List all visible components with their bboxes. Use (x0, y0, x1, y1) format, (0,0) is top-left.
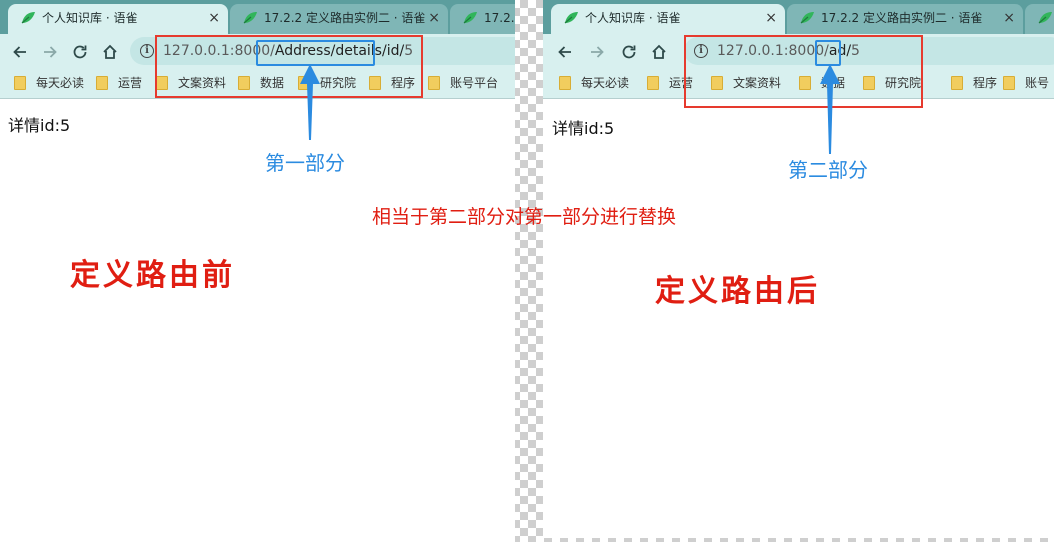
reload-button[interactable] (70, 42, 90, 62)
replacement-note: 相当于第二部分对第一部分进行替换 (372, 206, 677, 228)
home-button[interactable] (649, 42, 669, 62)
tab-title: 17.2.2 定义路由实例二 · 语雀 (264, 11, 426, 25)
bookmark-folder[interactable]: 每天必读 (14, 74, 84, 92)
bookmark-folder[interactable]: 程序 (951, 74, 997, 92)
yuque-leaf-icon (564, 12, 578, 24)
yuque-leaf-icon (1038, 12, 1052, 24)
bookmark-label: 运营 (118, 76, 143, 90)
tab-title: 17.2.2 定义路由实例二 · 语雀 (821, 11, 983, 25)
page-text: 详情id:5 (8, 116, 71, 135)
page-text: 详情id:5 (552, 119, 615, 138)
tab-partial[interactable] (1025, 4, 1054, 34)
reload-icon (622, 45, 636, 59)
forward-arrow-icon (591, 46, 604, 58)
tab-close-icon[interactable]: × (428, 4, 440, 32)
tab-strip: 个人知识库 · 语雀 × 17.2.2 定义路由实例二 · 语雀 × (543, 0, 1054, 34)
tab-route-example[interactable]: 17.2.2 定义路由实例二 · 语雀 × (230, 4, 448, 34)
reload-icon (73, 45, 87, 59)
tab-route-example[interactable]: 17.2.2 定义路由实例二 · 语雀 × (787, 4, 1023, 34)
bookmark-folder[interactable]: 运营 (96, 74, 142, 92)
tab-title: 个人知识库 · 语雀 (585, 11, 681, 25)
bookmark-label: 每天必读 (581, 76, 630, 90)
tab-knowledge-base[interactable]: 个人知识库 · 语雀 × (8, 4, 228, 34)
folder-icon (1003, 76, 1015, 90)
bookmark-label: 账号 (1025, 76, 1050, 90)
forward-button[interactable] (587, 42, 607, 62)
second-part-highlight (815, 40, 841, 66)
back-button[interactable] (555, 42, 575, 62)
folder-icon (647, 76, 659, 90)
yuque-leaf-icon (463, 12, 477, 24)
bookmark-label: 账号平台 (450, 76, 499, 90)
reload-button[interactable] (619, 42, 639, 62)
bookmark-folder[interactable]: 账号 (1003, 74, 1049, 92)
forward-arrow-icon (44, 46, 57, 58)
bookmark-label: 程序 (973, 76, 998, 90)
back-button[interactable] (10, 42, 30, 62)
folder-icon (951, 76, 963, 90)
tab-title: 个人知识库 · 语雀 (42, 11, 138, 25)
tab-close-icon[interactable]: × (1003, 4, 1015, 32)
yuque-leaf-icon (800, 12, 814, 24)
url-highlight-box-right (684, 35, 923, 108)
tab-route-example-2[interactable]: 17.2.2 (450, 4, 515, 34)
tab-close-icon[interactable]: × (208, 4, 220, 32)
arrow-up-icon (300, 64, 320, 140)
arrow-up-icon (820, 64, 840, 154)
home-icon (103, 44, 117, 59)
tab-title: 17.2.2 (484, 11, 515, 25)
bookmark-folder[interactable]: 每天必读 (559, 74, 629, 92)
yuque-leaf-icon (243, 12, 257, 24)
first-part-label: 第一部分 (265, 151, 345, 175)
folder-icon (559, 76, 571, 90)
yuque-leaf-icon (21, 12, 35, 24)
second-part-label: 第二部分 (788, 158, 868, 182)
before-route-label: 定义路由前 (70, 258, 235, 293)
folder-icon (14, 76, 26, 90)
after-route-label: 定义路由后 (655, 274, 820, 309)
bookmark-label: 每天必读 (36, 76, 85, 90)
first-part-highlight (256, 40, 375, 66)
back-arrow-icon (558, 46, 571, 58)
folder-icon (96, 76, 108, 90)
site-info-icon[interactable]: i (140, 44, 154, 58)
back-arrow-icon (13, 46, 26, 58)
home-icon (652, 44, 666, 59)
tab-knowledge-base[interactable]: 个人知识库 · 语雀 × (551, 4, 785, 34)
tab-close-icon[interactable]: × (765, 4, 777, 32)
forward-button[interactable] (40, 42, 60, 62)
home-button[interactable] (100, 42, 120, 62)
bookmark-folder[interactable]: 账号平台 (428, 74, 498, 92)
folder-icon (428, 76, 440, 90)
tab-strip: 个人知识库 · 语雀 × 17.2.2 定义路由实例二 · 语雀 × 17.2.… (0, 0, 515, 34)
